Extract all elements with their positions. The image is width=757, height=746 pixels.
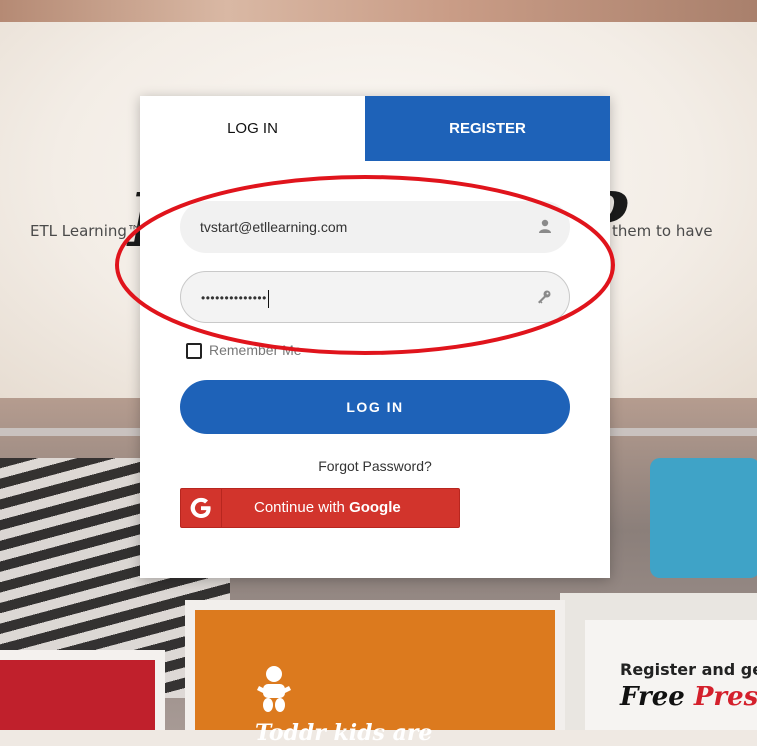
google-icon bbox=[190, 497, 211, 518]
google-button-divider bbox=[221, 489, 222, 527]
log-in-button[interactable]: LOG IN bbox=[180, 380, 570, 434]
password-value: •••••••••••••• bbox=[201, 272, 269, 324]
password-dots: •••••••••••••• bbox=[201, 291, 267, 305]
toy-train bbox=[650, 458, 757, 578]
forgot-password-link[interactable]: Forgot Password? bbox=[140, 458, 610, 474]
remember-me-label: Remember Me bbox=[209, 342, 302, 358]
auth-tabs: LOG IN REGISTER bbox=[140, 96, 610, 161]
remember-me-checkbox[interactable] bbox=[186, 343, 202, 359]
google-sign-in-button[interactable]: Continue with Google bbox=[180, 488, 460, 528]
tab-register[interactable]: REGISTER bbox=[365, 96, 610, 161]
feature-card-toddler-text: Toddr kids are bbox=[255, 720, 433, 746]
hero-text-left: ETL Learning™ bbox=[30, 222, 142, 240]
feature-card-toddler-panel: Toddr kids are bbox=[195, 610, 555, 746]
google-button-label: Continue with Google bbox=[254, 489, 401, 527]
google-brand-text: Google bbox=[349, 499, 401, 516]
email-field[interactable]: tvstart@etllearning.com bbox=[180, 201, 570, 253]
email-value: tvstart@etllearning.com bbox=[200, 219, 348, 235]
promo-free: Free bbox=[620, 682, 685, 712]
tab-log-in[interactable]: LOG IN bbox=[140, 96, 365, 161]
google-prefix-text: Continue with bbox=[254, 499, 350, 516]
login-modal: LOG IN REGISTER tvstart@etllearning.com … bbox=[140, 96, 610, 578]
password-field[interactable]: •••••••••••••• bbox=[180, 271, 570, 323]
feature-card-toddler[interactable]: Toddr kids are bbox=[185, 600, 565, 746]
top-photo-strip bbox=[0, 0, 757, 22]
register-promo-headline: Free Pres bbox=[620, 682, 757, 712]
promo-pres: Pres bbox=[693, 682, 757, 712]
feature-card-left-panel bbox=[0, 660, 155, 730]
feature-card-left[interactable] bbox=[0, 650, 165, 730]
user-icon bbox=[539, 219, 551, 233]
text-caret bbox=[267, 289, 269, 308]
baby-icon bbox=[257, 666, 291, 712]
register-promo-text: Register and ge bbox=[620, 660, 757, 679]
key-icon bbox=[538, 290, 551, 304]
register-promo-card[interactable]: Register and ge Free Pres bbox=[585, 620, 757, 730]
hero-text-right: them to have bbox=[612, 222, 713, 240]
